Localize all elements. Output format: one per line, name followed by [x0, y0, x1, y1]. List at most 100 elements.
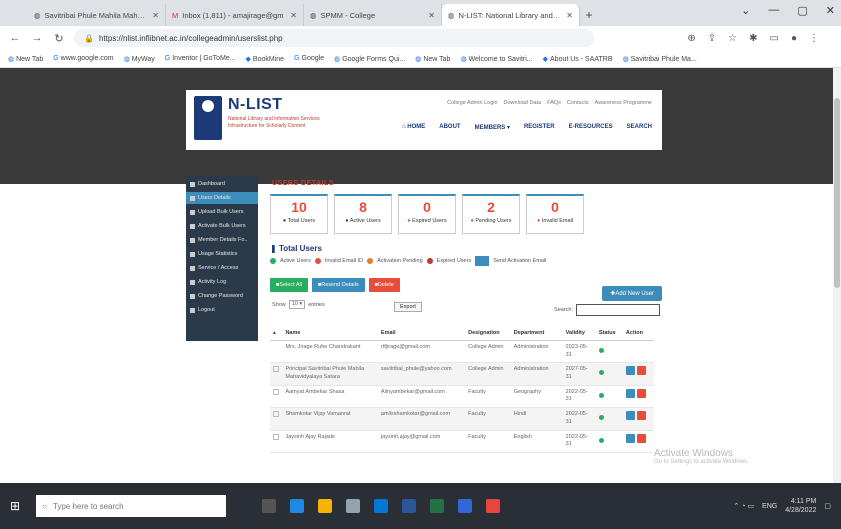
resend-details-button[interactable]: ■ Resend Details [311, 278, 365, 292]
bookmark-item[interactable]: ◆ BookMine [246, 55, 285, 63]
bookmark-item[interactable]: ◍ New Tab [415, 55, 450, 63]
bookmark-item[interactable]: ◍ Savitribai Phule Ma... [623, 55, 697, 63]
close-icon[interactable]: ✕ [428, 11, 435, 20]
browser-tab-4[interactable]: ◍ N-LIST: National Library and Inf ✕ [442, 4, 580, 26]
chrome-icon[interactable] [486, 499, 501, 513]
top-link[interactable]: College Admin Login [447, 100, 497, 106]
delete-icon[interactable] [636, 388, 646, 398]
browser-tab-1[interactable]: ◍ Savitribai Phule Mahila Mahavid ✕ [28, 4, 166, 26]
windows-start-icon[interactable]: ⊞ [10, 499, 20, 513]
nav-members[interactable]: MEMBERS ▾ [475, 124, 510, 131]
delete-icon[interactable] [636, 366, 646, 376]
top-link[interactable]: FAQs [547, 100, 561, 106]
delete-icon[interactable] [636, 433, 646, 443]
back-icon[interactable]: ← [8, 32, 22, 44]
app-icon[interactable] [346, 499, 361, 513]
menu-icon[interactable]: ⋮ [809, 33, 819, 44]
task-view-icon[interactable] [262, 499, 277, 513]
nav-home[interactable]: ⌂ HOME [402, 124, 425, 131]
forward-icon[interactable]: → [30, 32, 44, 44]
close-icon[interactable]: ✕ [566, 11, 573, 20]
mail-app-icon[interactable] [374, 499, 389, 513]
col-department[interactable]: Department [510, 326, 563, 341]
sidebar-item-users-details[interactable]: Users Details [186, 192, 258, 204]
maximize-icon[interactable]: ▢ [797, 4, 807, 17]
sidebar-item-logout[interactable]: Logout [186, 304, 258, 316]
network-icon[interactable]: ⌃ ◔ ▭ [733, 502, 754, 510]
top-link[interactable]: Download Data [504, 100, 542, 106]
sidepanel-icon[interactable]: ▭ [770, 33, 779, 44]
close-window-icon[interactable]: ✕ [826, 4, 835, 17]
new-tab-button[interactable]: + [580, 4, 598, 26]
notifications-icon[interactable]: ▢ [824, 502, 831, 510]
sidebar-item-activate-bulk[interactable]: Activate Bulk Users [186, 220, 258, 232]
excel-icon[interactable] [430, 499, 445, 513]
bookmark-item[interactable]: ◆ About Us - SAATRB [543, 55, 613, 63]
export-button[interactable]: Export [394, 302, 422, 312]
close-icon[interactable]: ✕ [152, 11, 159, 20]
sidebar-item-upload-bulk[interactable]: Upload Bulk Users [186, 206, 258, 218]
row-checkbox[interactable] [273, 433, 279, 440]
scrollbar-thumb[interactable] [834, 98, 840, 288]
sidebar-item-activity-log[interactable]: Activity Log [186, 276, 258, 288]
word-icon[interactable] [402, 499, 417, 513]
edit-icon[interactable] [625, 433, 635, 443]
bookmark-item[interactable]: G Google [294, 55, 324, 62]
chevron-down-icon[interactable]: ⌄ [741, 4, 750, 17]
sidebar-item-service-access[interactable]: Service / Access [186, 262, 258, 274]
stat-pending-users[interactable]: 2 ● Pending Users [462, 194, 520, 234]
avatar[interactable]: ● [791, 33, 797, 44]
nav-about[interactable]: ABOUT [439, 124, 460, 131]
stat-active-users[interactable]: 8 ● Active Users [334, 194, 392, 234]
bookmark-item[interactable]: Gwww.google.com [53, 55, 113, 62]
edit-icon[interactable] [625, 411, 635, 421]
nav-search[interactable]: SEARCH [627, 124, 652, 131]
clock[interactable]: 4:11 PM 4/28/2022 [785, 497, 816, 515]
col-status[interactable]: Status [595, 326, 623, 341]
col-designation[interactable]: Designation [465, 326, 511, 341]
stat-invalid-email[interactable]: 0 ● Invalid Email [526, 194, 584, 234]
nav-eresources[interactable]: E-RESOURCES [569, 124, 613, 131]
page-length-select[interactable]: 10 ▾ [288, 300, 306, 309]
bookmark-item[interactable]: ◍ Welcome to Savitri... [460, 55, 532, 63]
search-input[interactable] [576, 304, 660, 316]
site-brand[interactable]: N-LIST [228, 96, 283, 114]
star-icon[interactable]: ☆ [728, 33, 737, 44]
col-select[interactable]: ▴ [270, 326, 283, 341]
taskbar-search[interactable]: ○ Type here to search [36, 495, 227, 517]
url-field[interactable]: 🔒 https://nlist.inflibnet.ac.in/collegea… [74, 29, 594, 47]
sidebar-item-change-password[interactable]: Change Password [186, 290, 258, 302]
bookmark-item[interactable]: ◍ Google Forms Qui... [334, 55, 405, 63]
add-new-user-button[interactable]: ✚ Add New User [602, 286, 662, 301]
bookmark-item[interactable]: ◍ MyWay [124, 55, 155, 63]
stat-total-users[interactable]: 10 ● Total Users [270, 194, 328, 234]
top-link[interactable]: Contacts [567, 100, 589, 106]
edit-icon[interactable] [625, 366, 635, 376]
extensions-icon[interactable]: ✱ [749, 33, 757, 44]
col-action[interactable]: Action [622, 326, 654, 341]
delete-button[interactable]: ■ Delete [368, 278, 400, 292]
edit-icon[interactable] [625, 388, 635, 398]
bookmark-item[interactable]: G Inventor | GoToMe... [165, 55, 236, 62]
row-checkbox[interactable] [273, 411, 279, 418]
delete-icon[interactable] [636, 411, 646, 421]
browser-tab-2[interactable]: M Inbox (1,811) - amajirage@gm ✕ [166, 4, 304, 26]
minimize-icon[interactable]: — [768, 4, 779, 17]
sidebar-item-dashboard[interactable]: Dashboard [186, 178, 258, 190]
zoom-icon[interactable]: ⊕ [687, 33, 695, 44]
reload-icon[interactable]: ↻ [52, 32, 66, 45]
sidebar-item-member-details[interactable]: Member Details Fo.. [186, 234, 258, 246]
col-email[interactable]: Email [377, 326, 466, 341]
share-icon[interactable]: ⇪ [708, 33, 716, 44]
bookmark-item[interactable]: ◍ New Tab [8, 55, 43, 63]
row-checkbox[interactable] [273, 366, 279, 373]
ie-icon[interactable] [458, 499, 473, 513]
col-name[interactable]: Name [282, 326, 378, 341]
nav-register[interactable]: REGISTER [524, 124, 555, 131]
close-icon[interactable]: ✕ [290, 11, 297, 20]
stat-expired-users[interactable]: 0 ● Expired Users [398, 194, 456, 234]
col-validity[interactable]: Validity [562, 326, 596, 341]
page-scrollbar[interactable] [833, 68, 841, 483]
select-all-button[interactable]: ■ Select All [270, 278, 308, 292]
sidebar-item-usage-stats[interactable]: Usage Statistics [186, 248, 258, 260]
